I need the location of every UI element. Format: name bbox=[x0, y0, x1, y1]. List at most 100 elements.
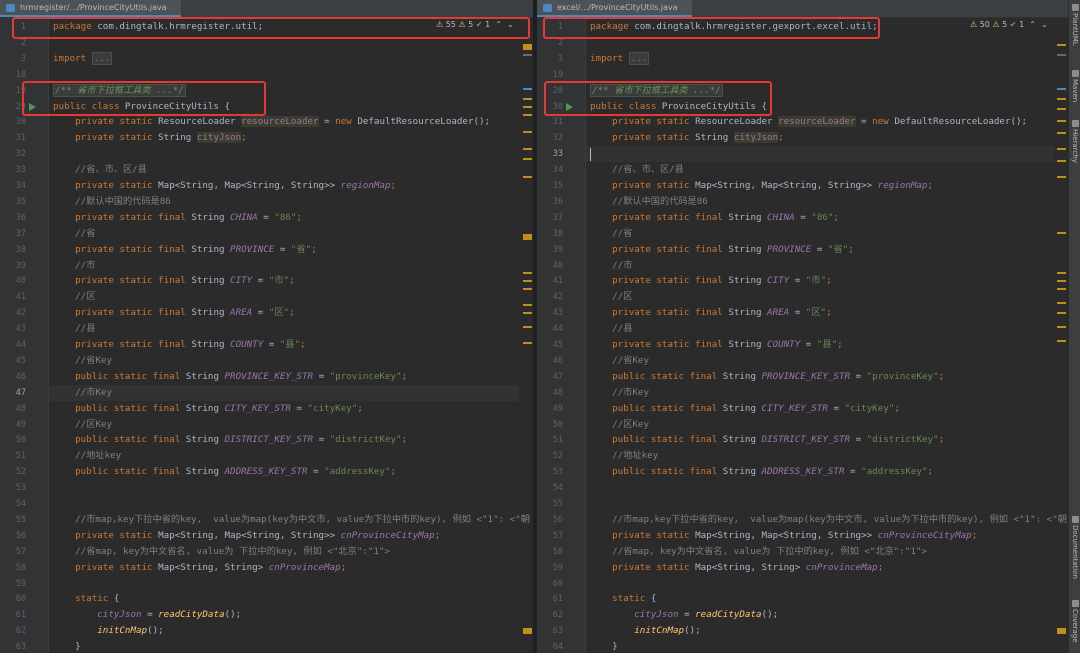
code-line[interactable]: 58 //省map, key为中文省名, value为 下拉中的key, 例如 … bbox=[537, 544, 1068, 560]
code-line[interactable]: 48 public static final String CITY_KEY_S… bbox=[0, 401, 533, 417]
code-line[interactable]: 64 } bbox=[537, 639, 1068, 653]
code-line[interactable]: 57 //省map, key为中文省名, value为 下拉中的key, 例如 … bbox=[0, 544, 533, 560]
line-number[interactable]: 57 bbox=[0, 544, 26, 560]
line-number[interactable]: 51 bbox=[0, 448, 26, 464]
code-line[interactable]: 56 private static Map<String, Map<String… bbox=[0, 528, 533, 544]
code-line[interactable]: 53 bbox=[0, 480, 533, 496]
line-number[interactable]: 57 bbox=[537, 528, 563, 544]
tool-window-coverage[interactable]: Coverage bbox=[1069, 600, 1080, 643]
line-number[interactable]: 42 bbox=[537, 289, 563, 305]
code-line[interactable]: 62 cityJson = readCityData(); bbox=[537, 607, 1068, 623]
inspection-status[interactable]: ⚠ 50 ⚠ 5 ✔ 1 ⌃ ⌄ bbox=[970, 19, 1048, 31]
code-line[interactable]: 33 //省、市、区/县 bbox=[0, 162, 533, 178]
line-number[interactable]: 51 bbox=[537, 432, 563, 448]
code-line[interactable]: 54 bbox=[537, 480, 1068, 496]
code-line[interactable]: 50 //区Key bbox=[537, 417, 1068, 433]
line-number[interactable]: 59 bbox=[537, 560, 563, 576]
line-number[interactable]: 53 bbox=[537, 464, 563, 480]
code-line[interactable]: 50 public static final String DISTRICT_K… bbox=[0, 432, 533, 448]
code-line[interactable]: 40 private static final String CITY = "市… bbox=[0, 273, 533, 289]
line-number[interactable]: 43 bbox=[0, 321, 26, 337]
code-line[interactable]: 31 private static String cityJson; bbox=[0, 130, 533, 146]
line-number[interactable]: 53 bbox=[0, 480, 26, 496]
code-line[interactable]: 53 public static final String ADDRESS_KE… bbox=[537, 464, 1068, 480]
error-stripe[interactable] bbox=[521, 36, 533, 653]
line-number[interactable]: 3 bbox=[0, 51, 26, 67]
tool-window-hierarchy[interactable]: Hierarchy bbox=[1069, 120, 1080, 163]
code-line[interactable]: 47 public static final String PROVINCE_K… bbox=[537, 369, 1068, 385]
line-number[interactable]: 54 bbox=[537, 480, 563, 496]
line-number[interactable]: 56 bbox=[537, 512, 563, 528]
prev-highlight-icon[interactable]: ⌃ bbox=[1027, 20, 1036, 29]
line-number[interactable]: 37 bbox=[0, 226, 26, 242]
code-line[interactable]: 60 bbox=[537, 576, 1068, 592]
line-number[interactable]: 46 bbox=[537, 353, 563, 369]
line-number[interactable]: 62 bbox=[0, 623, 26, 639]
code-line[interactable]: 49 public static final String CITY_KEY_S… bbox=[537, 401, 1068, 417]
code-line[interactable]: 44 //县 bbox=[537, 321, 1068, 337]
line-number[interactable]: 64 bbox=[537, 639, 563, 653]
code-line[interactable]: 52 //地址key bbox=[537, 448, 1068, 464]
line-number[interactable]: 46 bbox=[0, 369, 26, 385]
line-number[interactable]: 63 bbox=[537, 623, 563, 639]
line-number[interactable]: 48 bbox=[537, 385, 563, 401]
code-line[interactable]: 39 //市 bbox=[0, 258, 533, 274]
line-number[interactable]: 59 bbox=[0, 576, 26, 592]
code-line[interactable]: 63 } bbox=[0, 639, 533, 653]
line-number[interactable]: 43 bbox=[537, 305, 563, 321]
line-number[interactable]: 47 bbox=[0, 385, 26, 401]
line-number[interactable]: 33 bbox=[537, 146, 563, 162]
code-line[interactable]: 54 bbox=[0, 496, 533, 512]
code-line[interactable]: 41 //区 bbox=[0, 289, 533, 305]
code-line[interactable]: 42 //区 bbox=[537, 289, 1068, 305]
line-number[interactable]: 50 bbox=[537, 417, 563, 433]
code-line[interactable]: 46 //省Key bbox=[537, 353, 1068, 369]
error-stripe[interactable] bbox=[1055, 36, 1067, 653]
line-number[interactable]: 3 bbox=[537, 51, 563, 67]
code-line[interactable]: 60 static { bbox=[0, 591, 533, 607]
line-number[interactable]: 39 bbox=[0, 258, 26, 274]
line-number[interactable]: 36 bbox=[0, 210, 26, 226]
code-line[interactable]: 33 bbox=[537, 146, 1068, 162]
line-number[interactable]: 33 bbox=[0, 162, 26, 178]
code-line[interactable]: 38 //省 bbox=[537, 226, 1068, 242]
line-number[interactable]: 31 bbox=[0, 130, 26, 146]
line-number[interactable]: 30 bbox=[0, 114, 26, 130]
code-line[interactable]: 35 private static Map<String, Map<String… bbox=[537, 178, 1068, 194]
line-number[interactable]: 48 bbox=[0, 401, 26, 417]
line-number[interactable]: 58 bbox=[537, 544, 563, 560]
line-number[interactable]: 56 bbox=[0, 528, 26, 544]
line-number[interactable]: 61 bbox=[0, 607, 26, 623]
line-number[interactable]: 44 bbox=[0, 337, 26, 353]
line-number[interactable]: 45 bbox=[0, 353, 26, 369]
line-number[interactable]: 35 bbox=[537, 178, 563, 194]
code-line[interactable]: 56 //市map,key下拉中省的key, value为map(key为中文市… bbox=[537, 512, 1068, 528]
code-line[interactable]: 32 private static String cityJson; bbox=[537, 130, 1068, 146]
code-line[interactable]: 30 private static ResourceLoader resourc… bbox=[0, 114, 533, 130]
code-line[interactable]: 49 //区Key bbox=[0, 417, 533, 433]
code-line[interactable]: 3 import ... bbox=[0, 51, 533, 67]
next-highlight-icon[interactable]: ⌄ bbox=[1039, 20, 1048, 29]
code-line[interactable]: 59 private static Map<String, String> cn… bbox=[537, 560, 1068, 576]
code-line[interactable]: 36 //默认中国的代码是86 bbox=[537, 194, 1068, 210]
line-number[interactable]: 62 bbox=[537, 607, 563, 623]
code-line[interactable]: 55 bbox=[537, 496, 1068, 512]
line-number[interactable]: 60 bbox=[537, 576, 563, 592]
line-number[interactable]: 42 bbox=[0, 305, 26, 321]
line-number[interactable]: 60 bbox=[0, 591, 26, 607]
code-line[interactable]: 35 //默认中国的代码是86 bbox=[0, 194, 533, 210]
code-line[interactable]: 31 private static ResourceLoader resourc… bbox=[537, 114, 1068, 130]
line-number[interactable]: 61 bbox=[537, 591, 563, 607]
code-line[interactable]: 40 //市 bbox=[537, 258, 1068, 274]
code-line[interactable]: 51 //地址key bbox=[0, 448, 533, 464]
line-number[interactable]: 32 bbox=[0, 146, 26, 162]
line-number[interactable]: 44 bbox=[537, 321, 563, 337]
line-number[interactable]: 63 bbox=[0, 639, 26, 653]
code-line[interactable]: 42 private static final String AREA = "区… bbox=[0, 305, 533, 321]
line-number[interactable]: 40 bbox=[537, 258, 563, 274]
tab-right-file[interactable]: excel/.../ProvinceCityUtils.java bbox=[537, 0, 692, 17]
line-number[interactable]: 54 bbox=[0, 496, 26, 512]
line-number[interactable]: 40 bbox=[0, 273, 26, 289]
code-line[interactable]: 34 private static Map<String, Map<String… bbox=[0, 178, 533, 194]
code-line[interactable]: 32 bbox=[0, 146, 533, 162]
